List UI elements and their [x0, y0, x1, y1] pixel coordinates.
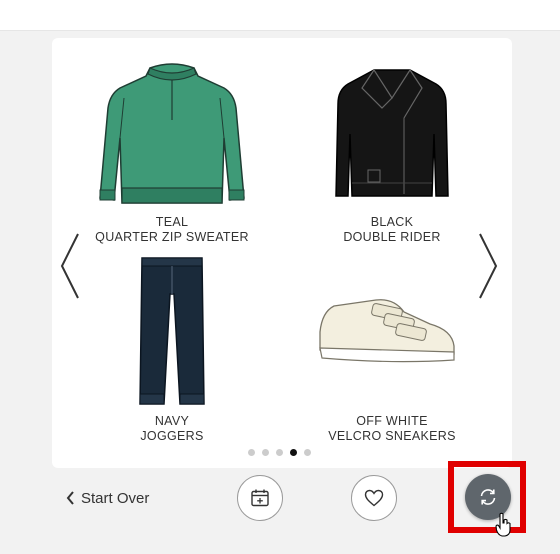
item-caption: TEAL QUARTER ZIP SWEATER [92, 215, 252, 245]
start-over-label: Start Over [81, 489, 150, 507]
outfit-item-sweater[interactable]: TEAL QUARTER ZIP SWEATER [92, 58, 252, 248]
outfit-item-jacket[interactable]: BLACK DOUBLE RIDER [312, 58, 472, 248]
favorite-button[interactable] [351, 475, 397, 521]
chevron-left-icon[interactable] [58, 232, 82, 300]
item-color: NAVY [154, 414, 190, 428]
sneakers-image [319, 299, 455, 363]
item-name: JOGGERS [140, 429, 204, 443]
top-bar [0, 0, 560, 31]
refresh-icon [480, 489, 496, 505]
item-name: VELCRO SNEAKERS [328, 429, 456, 443]
item-name: QUARTER ZIP SWEATER [95, 230, 249, 244]
pagination-dots [248, 449, 311, 456]
joggers-image [139, 257, 205, 405]
hand-cursor-icon [495, 512, 511, 537]
pagination-dot[interactable] [304, 449, 311, 456]
item-caption: OFF WHITE VELCRO SNEAKERS [312, 414, 472, 444]
outfit-item-sneakers[interactable]: OFF WHITE VELCRO SNEAKERS [312, 254, 472, 444]
chevron-right-icon[interactable] [476, 232, 500, 300]
outfit-card: TEAL QUARTER ZIP SWEATER BLACK DOUBLE RI… [52, 38, 512, 468]
pagination-dot[interactable] [248, 449, 255, 456]
heart-icon [364, 489, 384, 507]
pagination-dot[interactable] [276, 449, 283, 456]
item-caption: NAVY JOGGERS [92, 414, 252, 444]
pagination-dot[interactable] [262, 449, 269, 456]
start-over-button[interactable]: Start Over [66, 486, 149, 510]
chevron-left-small-icon [66, 491, 75, 505]
calendar-add-icon [251, 489, 269, 507]
item-caption: BLACK DOUBLE RIDER [312, 215, 472, 245]
sweater-image [99, 63, 245, 204]
item-color: BLACK [370, 215, 414, 229]
add-to-calendar-button[interactable] [237, 475, 283, 521]
item-name: DOUBLE RIDER [343, 230, 441, 244]
pagination-dot-active[interactable] [290, 449, 297, 456]
item-color: TEAL [155, 215, 189, 229]
outfit-item-joggers[interactable]: NAVY JOGGERS [92, 254, 252, 444]
jacket-image [335, 69, 449, 197]
item-color: OFF WHITE [356, 414, 428, 428]
